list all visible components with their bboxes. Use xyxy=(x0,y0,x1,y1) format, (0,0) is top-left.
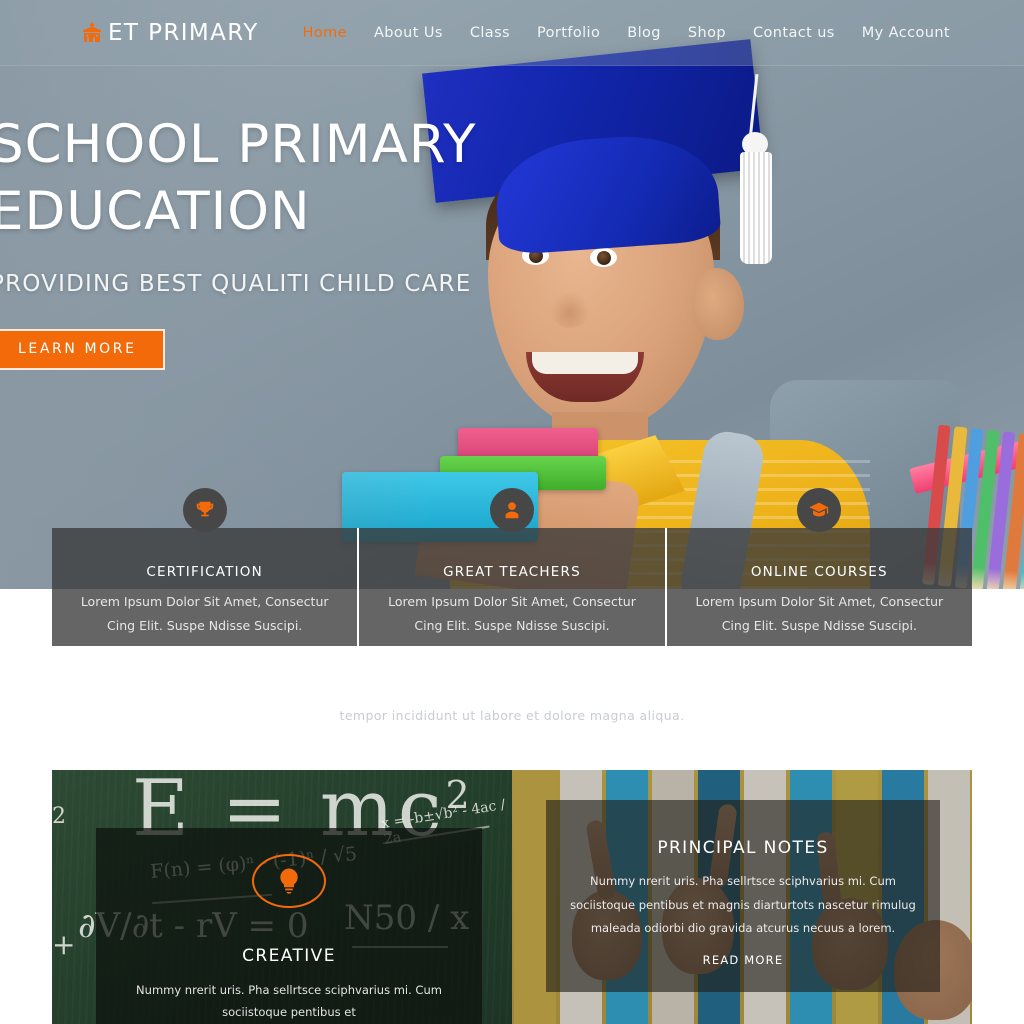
nav-item-shop[interactable]: Shop xyxy=(688,25,726,41)
user-icon xyxy=(505,502,519,519)
user-icon-circle xyxy=(489,488,534,532)
feature-card-great-teachers[interactable]: GREAT TEACHERS Lorem Ipsum Dolor Sit Amet… xyxy=(359,488,667,646)
feature-cards: CERTIFICATION Lorem Ipsum Dolor Sit Amet,… xyxy=(52,488,972,646)
hero-title-line1: SCHOOL PRIMARY xyxy=(0,114,477,175)
feature-card-online-courses[interactable]: ONLINE COURSES Lorem Ipsum Dolor Sit Amet… xyxy=(666,488,972,646)
creative-body: Nummy nrerit uris. Pha sellrtsce sciphva… xyxy=(136,983,442,1020)
hero-copy: SCHOOL PRIMARY EDUCATION PROVIDING BEST … xyxy=(0,117,630,371)
logo-text: ET PRIMARY xyxy=(108,19,259,46)
principal-panel: PRINCIPAL NOTES Nummy nrerit uris. Pha s… xyxy=(512,770,972,1024)
site-logo[interactable]: ET PRIMARY xyxy=(80,20,259,46)
main-nav: Home About Us Class Portfolio Blog Shop Contac… xyxy=(303,25,950,41)
graduation-cap-icon-circle xyxy=(797,488,842,532)
creative-title: CREATIVE xyxy=(242,946,336,967)
nav-item-contact-us[interactable]: Contact us xyxy=(753,25,835,41)
feature-card-body: Lorem Ipsum Dolor Sit Amet, Consectur Ci… xyxy=(388,594,636,633)
nav-item-home[interactable]: Home xyxy=(303,25,347,41)
chalk-formula-two: 2 xyxy=(52,804,66,829)
hero-subtitle: PROVIDING BEST QUALITI CHILD CARE xyxy=(0,271,472,298)
creative-panel: 2 E = mc2 x = -b±√b² - 4ac / 2a F(n) = (… xyxy=(52,770,512,1024)
learn-more-button[interactable]: LEARN MORE xyxy=(0,329,165,371)
nav-item-portfolio[interactable]: Portfolio xyxy=(537,25,600,41)
feature-card-title: GREAT TEACHERS xyxy=(443,564,581,580)
nav-item-my-account[interactable]: My Account xyxy=(862,25,950,41)
section-tagline: tempor incididunt ut labore et dolore ma… xyxy=(339,708,685,723)
tassel-skirt xyxy=(740,152,772,264)
chalk-formula-plus: + xyxy=(52,928,76,961)
hero-title-line2: EDUCATION xyxy=(0,181,311,243)
trophy-icon xyxy=(196,501,213,517)
nav-item-class[interactable]: Class xyxy=(470,25,510,41)
trophy-icon-circle xyxy=(182,488,227,532)
feature-card-body: Lorem Ipsum Dolor Sit Amet, Consectur Ci… xyxy=(695,594,944,633)
nav-item-blog[interactable]: Blog xyxy=(627,25,661,41)
school-building-icon xyxy=(83,21,101,42)
nav-item-about-us[interactable]: About Us xyxy=(374,25,443,41)
creative-overlay: CREATIVE Nummy nrerit uris. Pha sellrtsc… xyxy=(96,828,482,1024)
lightbulb-icon xyxy=(280,868,298,894)
graduation-cap-icon xyxy=(809,502,829,517)
read-more-link[interactable]: READ MORE xyxy=(703,953,784,967)
feature-card-certification[interactable]: CERTIFICATION Lorem Ipsum Dolor Sit Amet,… xyxy=(52,488,360,646)
feature-card-body: Lorem Ipsum Dolor Sit Amet, Consectur Ci… xyxy=(80,594,329,633)
hero-title: SCHOOL PRIMARY EDUCATION xyxy=(0,117,630,243)
principal-body-line3: a lorem. xyxy=(847,921,896,936)
principal-title: PRINCIPAL NOTES xyxy=(657,838,829,858)
feature-card-title: CERTIFICATION xyxy=(146,564,263,580)
top-navigation-bar: ET PRIMARY Home About Us Class Portfolio Blo… xyxy=(0,0,1024,66)
principal-body: Nummy nrerit uris. Pha sellrtsce sciphva… xyxy=(546,858,940,941)
split-section: 2 E = mc2 x = -b±√b² - 4ac / 2a F(n) = (… xyxy=(52,770,972,1024)
lightbulb-icon-circle xyxy=(252,854,326,909)
boy-ear xyxy=(692,268,744,340)
principal-overlay: PRINCIPAL NOTES Nummy nrerit uris. Pha s… xyxy=(546,800,940,992)
feature-card-title: ONLINE COURSES xyxy=(750,564,888,580)
